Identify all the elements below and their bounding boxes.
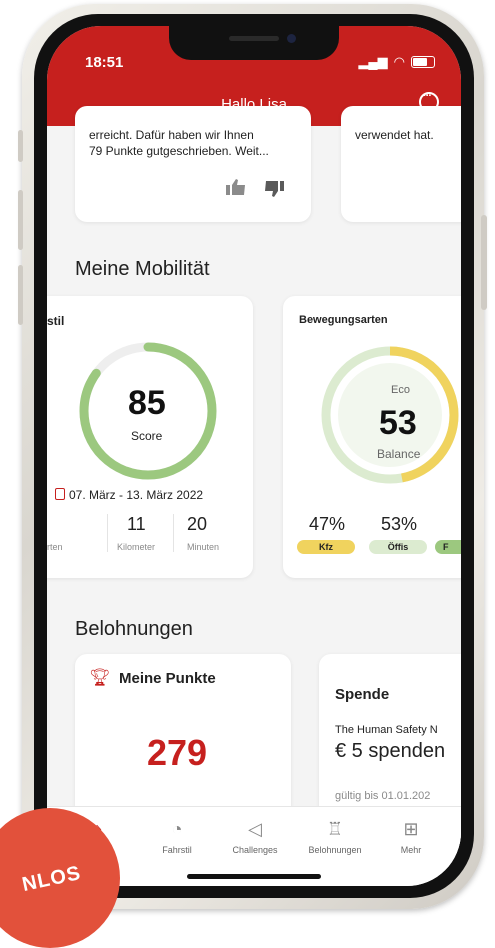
tab-label: Challenges <box>232 845 278 855</box>
speaker <box>229 36 279 41</box>
tab-label: Belohnungen <box>308 845 362 855</box>
feed-card-text: verwendet hat. <box>355 128 434 142</box>
feed-card[interactable]: verwendet hat. <box>341 106 461 222</box>
balance-value: 53 <box>379 404 417 442</box>
points-value: 279 <box>147 732 208 773</box>
spende-valid: gültig bis 01.01.202 <box>335 790 431 802</box>
thumbs-down-icon[interactable] <box>263 180 285 198</box>
stat-label: rten <box>47 542 63 552</box>
oeffis-percent: 53% <box>381 514 418 534</box>
feed-card[interactable]: erreicht. Dafür haben wir Ihnen 79 Punkt… <box>75 106 311 222</box>
balance-label: Balance <box>377 447 421 461</box>
status-time: 18:51 <box>85 54 124 71</box>
spende-title: Spende <box>335 686 390 703</box>
tab-belohnungen[interactable]: ♖ Belohnungen <box>295 819 375 855</box>
status-icons: ▂▄▆ ◠ <box>358 54 435 70</box>
megaphone-icon: ◁ <box>248 819 262 839</box>
badge-text: NLOS <box>20 862 84 896</box>
score-value: 85 <box>128 384 166 422</box>
speedometer-icon: ◔ <box>171 819 183 839</box>
stat-divider <box>107 514 108 552</box>
tab-label: Fahrstil <box>162 845 192 855</box>
score-label: Score <box>131 429 163 443</box>
home-indicator <box>187 874 321 879</box>
kfz-percent: 47% <box>309 514 346 534</box>
tab-fahrstil[interactable]: ◔ Fahrstil <box>137 819 217 855</box>
side-button <box>481 215 487 310</box>
fahrstil-card[interactable]: stil 85 Score 07. März - 13. März 2022 r… <box>47 296 253 578</box>
spende-org: The Human Safety N <box>335 724 438 736</box>
stat-value: 11 <box>127 514 146 534</box>
eco-label: Eco <box>391 384 410 396</box>
notch <box>169 26 339 60</box>
pill-oeffis: Öffis <box>369 540 427 554</box>
trophy-icon: ♖ <box>326 819 344 839</box>
tab-mehr[interactable]: ⊞ Mehr <box>371 819 451 855</box>
stat-value: 20 <box>187 514 208 534</box>
signal-icon: ▂▄▆ <box>358 54 388 69</box>
grid-icon: ⊞ <box>403 819 419 839</box>
battery-icon <box>411 56 435 68</box>
spende-amount: € 5 spenden <box>335 740 446 762</box>
side-button <box>18 265 23 325</box>
tab-challenges[interactable]: ◁ Challenges <box>215 819 295 855</box>
side-button <box>18 130 23 162</box>
feed-card-text: erreicht. Dafür haben wir Ihnen <box>89 128 254 142</box>
wifi-icon: ◠ <box>393 54 405 69</box>
pill-kfz: Kfz <box>297 540 355 554</box>
trophy-icon: 🏆︎ <box>89 668 111 687</box>
points-title: Meine Punkte <box>119 670 216 687</box>
stat-divider <box>173 514 174 552</box>
pill-fahrrad: F <box>435 540 461 554</box>
camera <box>287 34 296 43</box>
side-button <box>18 190 23 250</box>
section-title-rewards: Belohnungen <box>75 618 193 640</box>
stat-label: Kilometer <box>117 542 156 552</box>
bewegungsarten-card[interactable]: Bewegungsarten Eco 53 Balance 47% 53% Kf… <box>283 296 461 578</box>
stat-label: Minuten <box>187 542 220 552</box>
date-range: 07. März - 13. März 2022 <box>69 488 204 502</box>
tab-label: Mehr <box>400 845 422 855</box>
section-title-mobility: Meine Mobilität <box>75 258 210 280</box>
card-title: stil <box>47 314 65 328</box>
thumbs-up-icon[interactable] <box>225 178 247 196</box>
card-title: Bewegungsarten <box>299 314 388 326</box>
feed-card-text: 79 Punkte gutgeschrieben. Weit... <box>89 144 269 158</box>
calendar-icon <box>55 488 65 500</box>
app-screen: 18:51 ▂▄▆ ◠ Hallo Lisa erreicht. Dafür h… <box>47 26 461 886</box>
